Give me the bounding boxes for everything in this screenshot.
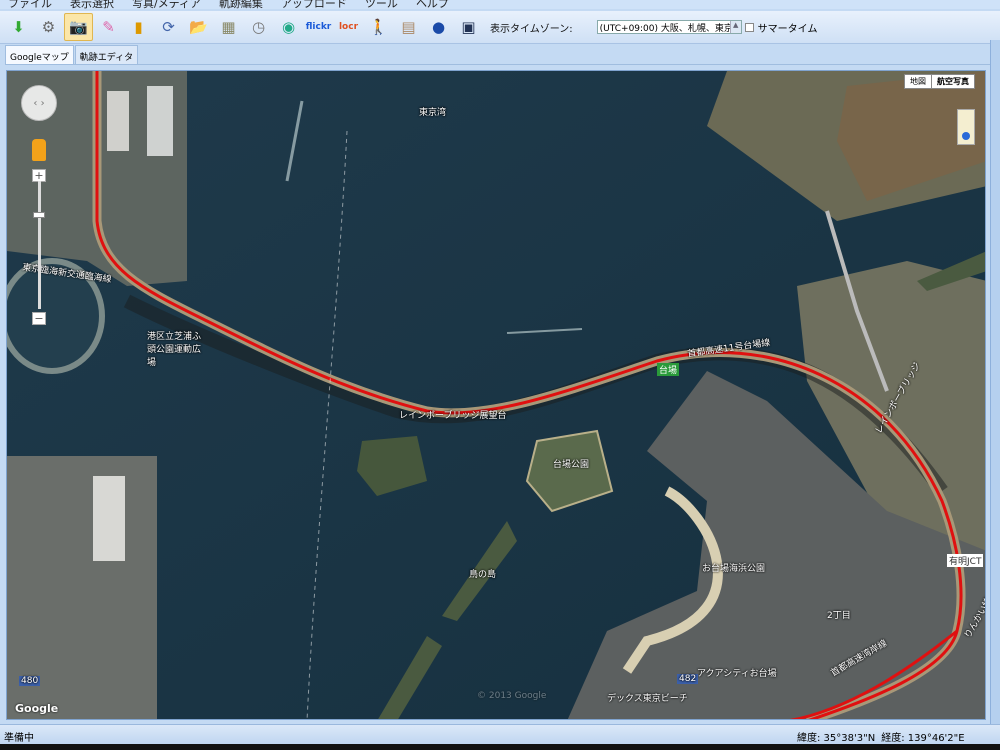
pegman-icon[interactable] — [32, 139, 46, 161]
status-text: 準備中 — [4, 733, 34, 744]
map-type-control: 地図 航空写真 — [904, 74, 975, 89]
camera-icon[interactable]: 📷 — [64, 13, 93, 41]
menu-help[interactable]: ヘルプ — [416, 0, 449, 10]
map-label-ariake-jct: 有明JCT — [947, 554, 984, 567]
export-icon[interactable]: ▤ — [394, 13, 423, 41]
menu-bar: ファイル 表示選択 写真/メディア 軌跡編集 アップロード ツール ヘルプ — [0, 0, 1000, 10]
zoom-out-button[interactable]: − — [32, 312, 46, 325]
menu-file[interactable]: ファイル — [8, 0, 52, 10]
satellite-imagery — [7, 71, 985, 719]
menu-upload[interactable]: アップロード — [281, 0, 347, 10]
web-icon[interactable]: ◉ — [274, 13, 303, 41]
chart-icon[interactable]: ▮ — [124, 13, 153, 41]
flickr-icon[interactable]: flickr — [304, 13, 333, 41]
tab-google-map[interactable]: Googleマップ — [5, 45, 74, 64]
latitude: 緯度: 35°38'3"N — [797, 733, 876, 744]
coordinates: 緯度: 35°38'3"N 経度: 139°46'2"E — [797, 729, 965, 744]
menu-media[interactable]: 写真/メディア — [132, 0, 201, 10]
timezone-value: (UTC+09:00) 大阪、札幌、東京 — [599, 23, 733, 34]
map-label-bay: 東京湾 — [419, 108, 447, 118]
edit-icon[interactable]: ✎ — [94, 13, 123, 41]
map-label-daiba-park: 台場公園 — [553, 460, 590, 470]
copyright: © 2013 Google — [477, 691, 547, 701]
menu-tools[interactable]: ツール — [365, 0, 398, 10]
pan-control[interactable]: ‹ › — [21, 85, 57, 121]
menu-view[interactable]: 表示選択 — [70, 0, 114, 10]
map-label-shibaura-park: 港区立芝浦ふ頭公園運動広場 — [147, 332, 202, 368]
folder-open-icon[interactable]: 📂 — [184, 13, 213, 41]
sync-icon[interactable]: ⟳ — [154, 13, 183, 41]
google-earth-icon[interactable]: ● — [424, 13, 453, 41]
timezone-label: 表示タイムゾーン: — [490, 23, 573, 35]
tab-track-editor[interactable]: 軌跡エディタ — [74, 45, 139, 64]
clock-icon[interactable]: ◷ — [244, 13, 273, 41]
route-shield-480: 480 — [19, 676, 41, 686]
zoom-slider[interactable] — [38, 181, 41, 309]
kmz-icon[interactable]: ▣ — [454, 13, 483, 41]
locr-icon[interactable]: locr — [334, 13, 363, 41]
map-label-odaiba-beach: お台場海浜公園 — [702, 564, 766, 574]
toolbar: ⬇ ⚙ 📷 ✎ ▮ ⟳ 📂 ▦ ◷ ◉ flickr locr 🚶 ▤ ● ▣ … — [0, 11, 1000, 44]
window-bottom-edge — [0, 744, 1000, 750]
summer-time-checkbox[interactable] — [744, 22, 754, 32]
gps-import-icon[interactable]: ⬇ — [4, 13, 33, 41]
menu-track-edit[interactable]: 軌跡編集 — [219, 0, 263, 10]
chevron-down-icon[interactable]: ▲ — [729, 21, 741, 33]
gps-device-icon[interactable]: ⚙ — [34, 13, 63, 41]
zoom-slider-thumb[interactable] — [33, 212, 45, 218]
longitude: 経度: 139°46'2"E — [881, 733, 965, 744]
map-type-map[interactable]: 地図 — [905, 75, 931, 88]
map-label-decks: デックス東京ビーチ — [607, 694, 688, 704]
window-border — [990, 40, 1000, 744]
route-shield-482: 482 — [677, 674, 699, 684]
status-bar: 準備中 緯度: 35°38'3"N 経度: 139°46'2"E — [0, 724, 1000, 744]
map-label-aqua: アクアシティお台場 — [697, 669, 777, 679]
tab-bar: Googleマップ 軌跡エディタ — [5, 45, 990, 65]
map-label-daiba: 台場 — [657, 363, 680, 376]
map-view[interactable]: 東京湾 首都高速11号台場線 台場 レインボーブリッジ展望台 台場公園 港区立芝… — [6, 70, 986, 720]
map-label-2chome: 2丁目 — [827, 611, 851, 621]
map-type-satellite[interactable]: 航空写真 — [931, 75, 974, 88]
map-label-bridge-view: レインボーブリッジ展望台 — [399, 411, 507, 421]
map-label-island: 鳥の島 — [469, 570, 497, 580]
google-logo: Google — [15, 702, 59, 715]
walker-icon[interactable]: 🚶 — [364, 13, 393, 41]
photos-icon[interactable]: ▦ — [214, 13, 243, 41]
summer-time-label: サマータイム — [757, 23, 818, 35]
timezone-select[interactable]: (UTC+09:00) 大阪、札幌、東京 ▲ — [596, 20, 742, 34]
street-view-pin-icon[interactable] — [957, 109, 975, 145]
